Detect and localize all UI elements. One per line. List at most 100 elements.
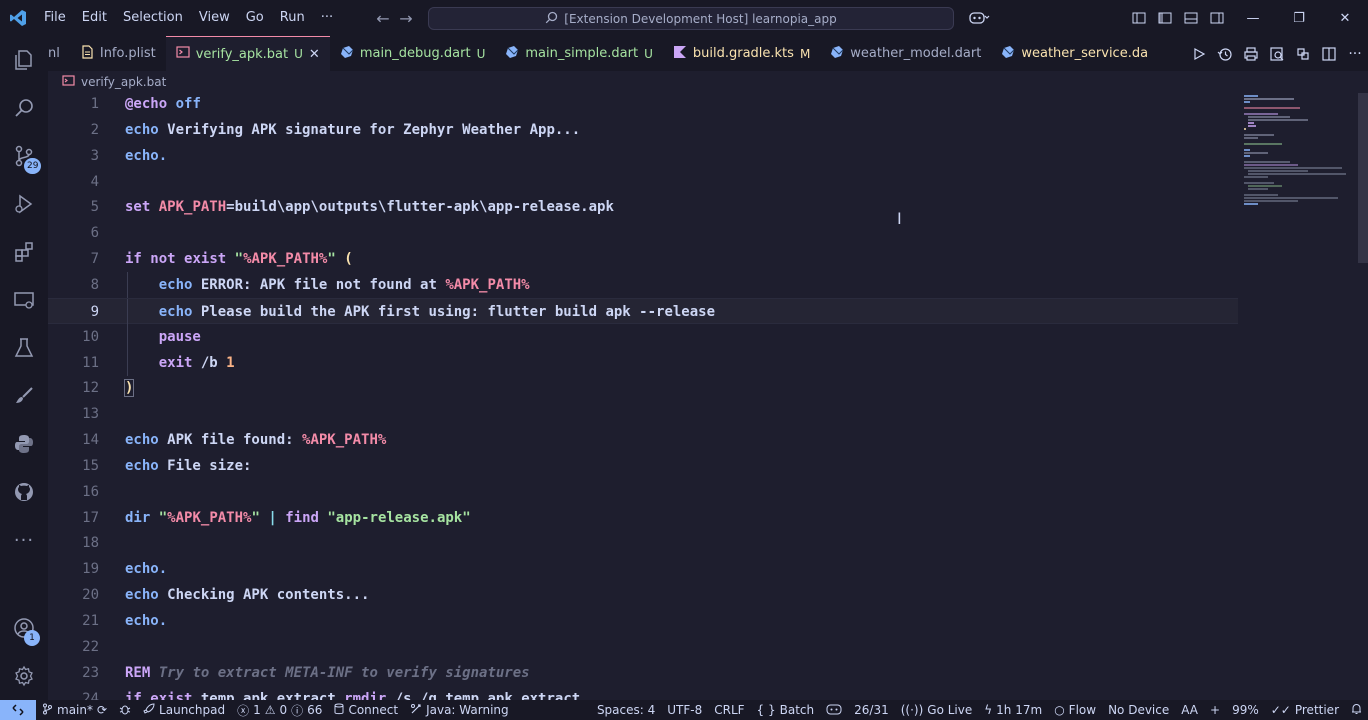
- sync-icon[interactable]: ⟳: [97, 703, 107, 717]
- code-line[interactable]: 10 pause: [48, 323, 1238, 350]
- github-icon[interactable]: [0, 468, 48, 516]
- device-status[interactable]: No Device: [1102, 700, 1175, 720]
- flow-status[interactable]: ○ Flow: [1048, 700, 1102, 720]
- menu-more[interactable]: ···: [313, 0, 341, 36]
- copilot-icon[interactable]: [966, 0, 992, 36]
- code-line[interactable]: 5 set APK_PATH=build\app\outputs\flutter-…: [48, 194, 1238, 220]
- menu-selection[interactable]: Selection: [115, 0, 191, 36]
- compare-changes-icon[interactable]: [1290, 36, 1316, 71]
- menu-file[interactable]: File: [36, 0, 74, 36]
- time-status[interactable]: ϟ 1h 17m: [978, 700, 1048, 720]
- code-line[interactable]: 3 echo.: [48, 143, 1238, 169]
- close-window-icon[interactable]: ✕: [1322, 0, 1368, 36]
- launchpad-status[interactable]: Launchpad: [137, 700, 231, 720]
- code-line[interactable]: 15 echo File size:: [48, 453, 1238, 479]
- code-line[interactable]: 14 echo APK file found: %APK_PATH%: [48, 427, 1238, 453]
- explorer-icon[interactable]: [0, 36, 48, 84]
- extensions-icon[interactable]: [0, 228, 48, 276]
- copilot-status[interactable]: [820, 700, 848, 720]
- menu-view[interactable]: View: [191, 0, 238, 36]
- code-line[interactable]: 1 @echo off: [48, 93, 1238, 117]
- tab-weather-model-dart[interactable]: weather_model.dart: [820, 36, 991, 71]
- search-icon[interactable]: [0, 84, 48, 132]
- more-actions-icon[interactable]: ···: [1342, 36, 1368, 71]
- code-line[interactable]: 24 if exist temp_apk_extract rmdir /s /q …: [48, 686, 1238, 700]
- language-status[interactable]: { } Batch: [751, 700, 821, 720]
- dart-icon: [1001, 45, 1015, 63]
- command-center[interactable]: [Extension Development Host] learnopia_a…: [428, 7, 954, 30]
- remote-indicator-icon[interactable]: [0, 700, 36, 720]
- run-file-icon[interactable]: [1186, 36, 1212, 71]
- tab-weather-service-da[interactable]: weather_service.da: [991, 36, 1158, 71]
- code-line[interactable]: 2 echo Verifying APK signature for Zephyr…: [48, 117, 1238, 143]
- prettier-status[interactable]: ✓✓ Prettier: [1265, 700, 1345, 720]
- gear-icon[interactable]: [0, 652, 48, 700]
- problems-status[interactable]: ⓧ 1 ⚠ 0 ⓘ 66: [231, 700, 328, 720]
- tab-nl[interactable]: nl: [48, 36, 70, 71]
- code-line[interactable]: 19 echo.: [48, 556, 1238, 582]
- code-line[interactable]: 4: [48, 169, 1238, 195]
- code-line[interactable]: 23 REM Try to extract META-INF to verify …: [48, 660, 1238, 686]
- remote-explorer-icon[interactable]: [0, 276, 48, 324]
- close-tab-icon[interactable]: ✕: [309, 47, 320, 62]
- toggle-sidebar-icon[interactable]: [1152, 0, 1178, 36]
- zoom-in-button[interactable]: +: [1204, 700, 1226, 720]
- menu-run[interactable]: Run: [272, 0, 313, 36]
- code-line[interactable]: 6: [48, 220, 1238, 246]
- code-line[interactable]: 22: [48, 634, 1238, 660]
- testing-icon[interactable]: [0, 324, 48, 372]
- notifications-button[interactable]: [1345, 700, 1368, 720]
- code-line[interactable]: 17 dir "%APK_PATH%" | find "app-release.a…: [48, 505, 1238, 531]
- tab-verify-apk-bat[interactable]: verify_apk.bat U ✕: [165, 36, 330, 71]
- position-status[interactable]: 26/31: [848, 700, 895, 720]
- tab-main-simple-dart[interactable]: main_simple.dart U: [495, 36, 662, 71]
- split-editor-icon[interactable]: [1316, 36, 1342, 71]
- zoom-status[interactable]: 99%: [1226, 700, 1265, 720]
- timeline-icon[interactable]: [1212, 36, 1238, 71]
- code-line[interactable]: 9 echo Please build the APK first using:…: [48, 297, 1238, 325]
- tab-build-gradle-kts[interactable]: build.gradle.kts M: [663, 36, 820, 71]
- toggle-panel-icon[interactable]: [1178, 0, 1204, 36]
- code-line[interactable]: 12): [48, 375, 1238, 401]
- code-line[interactable]: 7 if not exist "%APK_PATH%" (: [48, 246, 1238, 272]
- font-size-status[interactable]: AA: [1175, 700, 1204, 720]
- python-icon[interactable]: [0, 420, 48, 468]
- debug-status[interactable]: [113, 700, 137, 720]
- minimap[interactable]: [1238, 93, 1356, 223]
- run-debug-icon[interactable]: [0, 180, 48, 228]
- eol-status[interactable]: CRLF: [708, 700, 750, 720]
- code-editor[interactable]: 1 @echo off 2 echo Verifying APK signature …: [48, 93, 1368, 700]
- restore-icon[interactable]: ❐: [1276, 0, 1322, 36]
- code-line[interactable]: 21 echo.: [48, 608, 1238, 634]
- code-line[interactable]: 13: [48, 401, 1238, 427]
- code-line[interactable]: 18: [48, 530, 1238, 556]
- connect-status[interactable]: Connect: [328, 700, 404, 720]
- toggle-secondary-sidebar-icon[interactable]: [1204, 0, 1230, 36]
- menu-edit[interactable]: Edit: [74, 0, 115, 36]
- vertical-scrollbar[interactable]: [1356, 93, 1368, 700]
- preview-search-icon[interactable]: [1264, 36, 1290, 71]
- code-line[interactable]: 20 echo Checking APK contents...: [48, 582, 1238, 608]
- breadcrumb[interactable]: verify_apk.bat: [48, 71, 166, 93]
- encoding-status[interactable]: UTF-8: [661, 700, 708, 720]
- indentation-status[interactable]: Spaces: 4: [591, 700, 661, 720]
- paintbrush-icon[interactable]: [0, 372, 48, 420]
- more-icon[interactable]: ···: [0, 516, 48, 564]
- scrollbar-thumb[interactable]: [1358, 93, 1368, 263]
- java-status[interactable]: Java: Warning: [404, 700, 515, 720]
- breadcrumb-file[interactable]: verify_apk.bat: [81, 75, 166, 89]
- menu-go[interactable]: Go: [238, 0, 272, 36]
- minimize-icon[interactable]: —: [1230, 0, 1276, 36]
- customize-layout-icon[interactable]: [1126, 0, 1152, 36]
- go-live-button[interactable]: ((·)) Go Live: [895, 700, 979, 720]
- print-icon[interactable]: [1238, 36, 1264, 71]
- code-line[interactable]: 11 exit /b 1: [48, 349, 1238, 376]
- forward-arrow-icon[interactable]: →: [393, 9, 419, 28]
- tab-main-debug-dart[interactable]: main_debug.dart U: [330, 36, 496, 71]
- code-line[interactable]: 8 echo ERROR: APK file not found at %APK…: [48, 271, 1238, 298]
- code-line[interactable]: 16: [48, 479, 1238, 505]
- source-control-icon[interactable]: 29: [0, 132, 48, 180]
- branch-status[interactable]: main* ⟳: [36, 700, 113, 720]
- accounts-icon[interactable]: 1: [0, 604, 48, 652]
- tab-info-plist[interactable]: Info.plist: [70, 36, 166, 71]
